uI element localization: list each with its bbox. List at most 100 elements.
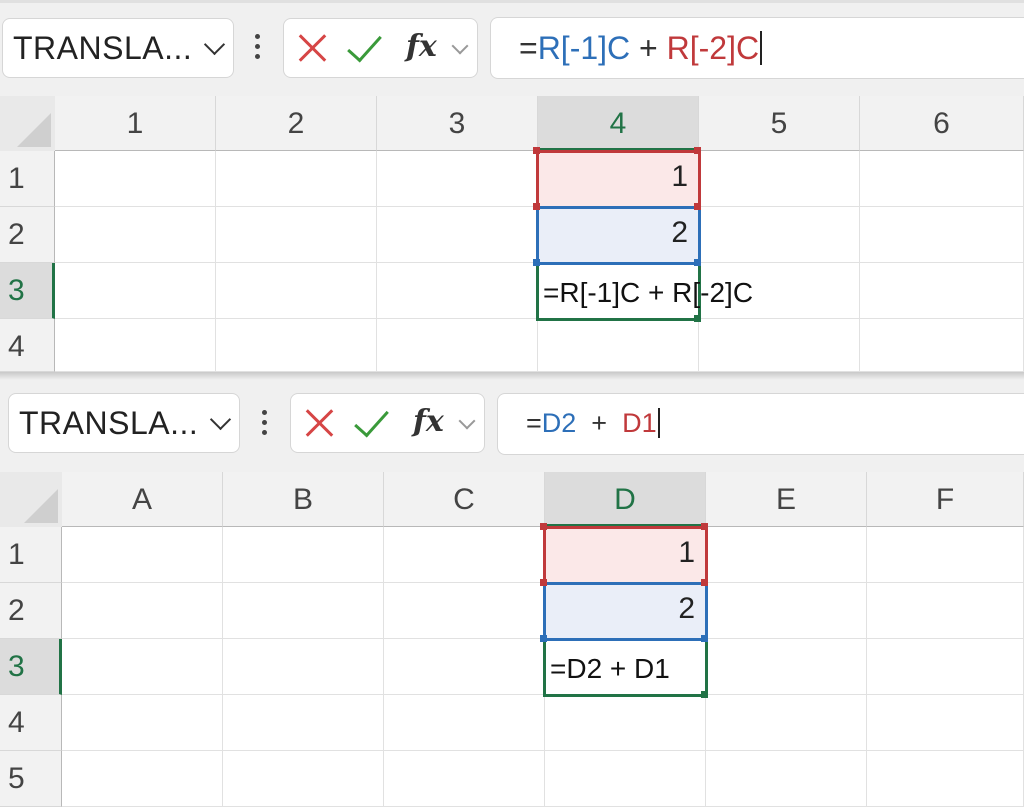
enter-check-icon[interactable] (347, 26, 382, 63)
cell[interactable] (216, 263, 377, 319)
resize-handle[interactable] (533, 147, 540, 154)
column-header[interactable]: E (706, 472, 867, 527)
cell[interactable] (860, 151, 1024, 207)
chevron-down-icon[interactable] (203, 33, 226, 56)
cell[interactable] (377, 207, 538, 263)
cell[interactable] (545, 695, 706, 751)
resize-handle[interactable] (694, 147, 701, 154)
row-header[interactable]: 5 (0, 751, 62, 807)
cell[interactable] (223, 527, 384, 583)
cell[interactable] (216, 151, 377, 207)
cell[interactable] (55, 151, 216, 207)
resize-handle[interactable] (540, 579, 547, 586)
cell[interactable] (55, 263, 216, 319)
row-header[interactable]: 2 (0, 583, 62, 639)
resize-handle[interactable] (701, 635, 708, 642)
cell-referenced-red[interactable]: 1 (538, 151, 699, 207)
cell[interactable] (216, 207, 377, 263)
cell-referenced-red[interactable]: 1 (545, 527, 706, 583)
cell[interactable] (216, 319, 377, 372)
column-header[interactable]: C (384, 472, 545, 527)
cell[interactable] (867, 695, 1024, 751)
cell[interactable] (706, 751, 867, 807)
chevron-down-icon[interactable] (451, 37, 469, 55)
resize-handle[interactable] (533, 259, 540, 266)
fx-icon[interactable]: fx (413, 404, 444, 439)
cancel-x-icon[interactable] (296, 32, 328, 64)
cell[interactable] (62, 751, 223, 807)
cell[interactable] (867, 527, 1024, 583)
cell[interactable] (860, 207, 1024, 263)
formula-bar-input[interactable]: =D2 + D1 (497, 393, 1024, 455)
name-box[interactable]: TRANSLA... (8, 393, 240, 453)
cell[interactable] (384, 639, 545, 695)
cell[interactable] (699, 319, 860, 372)
name-box[interactable]: TRANSLA... (2, 18, 234, 78)
row-header-active[interactable]: 3 (0, 263, 55, 319)
row-header[interactable]: 1 (0, 151, 55, 207)
cell[interactable] (706, 583, 867, 639)
cell[interactable] (384, 695, 545, 751)
column-header[interactable]: 3 (377, 96, 538, 151)
cancel-x-icon[interactable] (303, 407, 335, 439)
cell[interactable] (223, 639, 384, 695)
column-header[interactable]: B (223, 472, 384, 527)
resize-handle[interactable] (694, 259, 701, 266)
cell-referenced-blue[interactable]: 2 (545, 583, 706, 639)
cell[interactable] (867, 583, 1024, 639)
chevron-down-icon[interactable] (458, 412, 476, 430)
cell[interactable] (384, 527, 545, 583)
resize-handle[interactable] (701, 523, 708, 530)
cell[interactable] (62, 639, 223, 695)
column-header[interactable]: 1 (55, 96, 216, 151)
resize-handle[interactable] (540, 523, 547, 530)
column-header-active[interactable]: D (545, 472, 706, 527)
column-header[interactable]: 6 (860, 96, 1024, 151)
resize-handle[interactable] (701, 579, 708, 586)
cell[interactable] (860, 319, 1024, 372)
cell[interactable] (706, 695, 867, 751)
formula-bar-input[interactable]: =R[-1]C + R[-2]C (490, 17, 1024, 79)
row-header[interactable]: 4 (0, 319, 55, 372)
cell[interactable] (55, 319, 216, 372)
cell[interactable] (62, 527, 223, 583)
cell[interactable] (377, 263, 538, 319)
resize-handle[interactable] (540, 635, 547, 642)
cell-referenced-blue[interactable]: 2 (538, 207, 699, 263)
cell[interactable] (538, 319, 699, 372)
row-header[interactable]: 4 (0, 695, 62, 751)
cell[interactable] (377, 151, 538, 207)
chevron-down-icon[interactable] (209, 408, 232, 431)
cell[interactable] (55, 207, 216, 263)
enter-check-icon[interactable] (354, 401, 389, 438)
cell[interactable] (384, 751, 545, 807)
resize-handle[interactable] (533, 203, 540, 210)
cell[interactable] (62, 695, 223, 751)
cell[interactable] (699, 151, 860, 207)
select-all-corner[interactable] (0, 472, 63, 528)
cell[interactable] (545, 751, 706, 807)
cell[interactable] (706, 527, 867, 583)
cell[interactable] (867, 751, 1024, 807)
cell[interactable] (860, 263, 1024, 319)
more-options-icon[interactable] (262, 410, 268, 440)
column-header[interactable]: F (867, 472, 1024, 527)
fx-icon[interactable]: fx (406, 29, 437, 64)
cell[interactable] (867, 639, 1024, 695)
cell[interactable] (223, 751, 384, 807)
more-options-icon[interactable] (255, 34, 261, 64)
column-header-active[interactable]: 4 (538, 96, 699, 151)
resize-handle[interactable] (694, 203, 701, 210)
row-header[interactable]: 1 (0, 527, 62, 583)
select-all-corner[interactable] (0, 96, 56, 152)
fill-handle[interactable] (694, 315, 701, 322)
cell[interactable] (223, 583, 384, 639)
cell[interactable] (62, 583, 223, 639)
cell[interactable] (377, 319, 538, 372)
column-header[interactable]: 5 (699, 96, 860, 151)
fill-handle[interactable] (701, 691, 708, 698)
cell[interactable] (706, 639, 867, 695)
cell[interactable] (384, 583, 545, 639)
row-header-active[interactable]: 3 (0, 639, 62, 695)
column-header[interactable]: A (62, 472, 223, 527)
